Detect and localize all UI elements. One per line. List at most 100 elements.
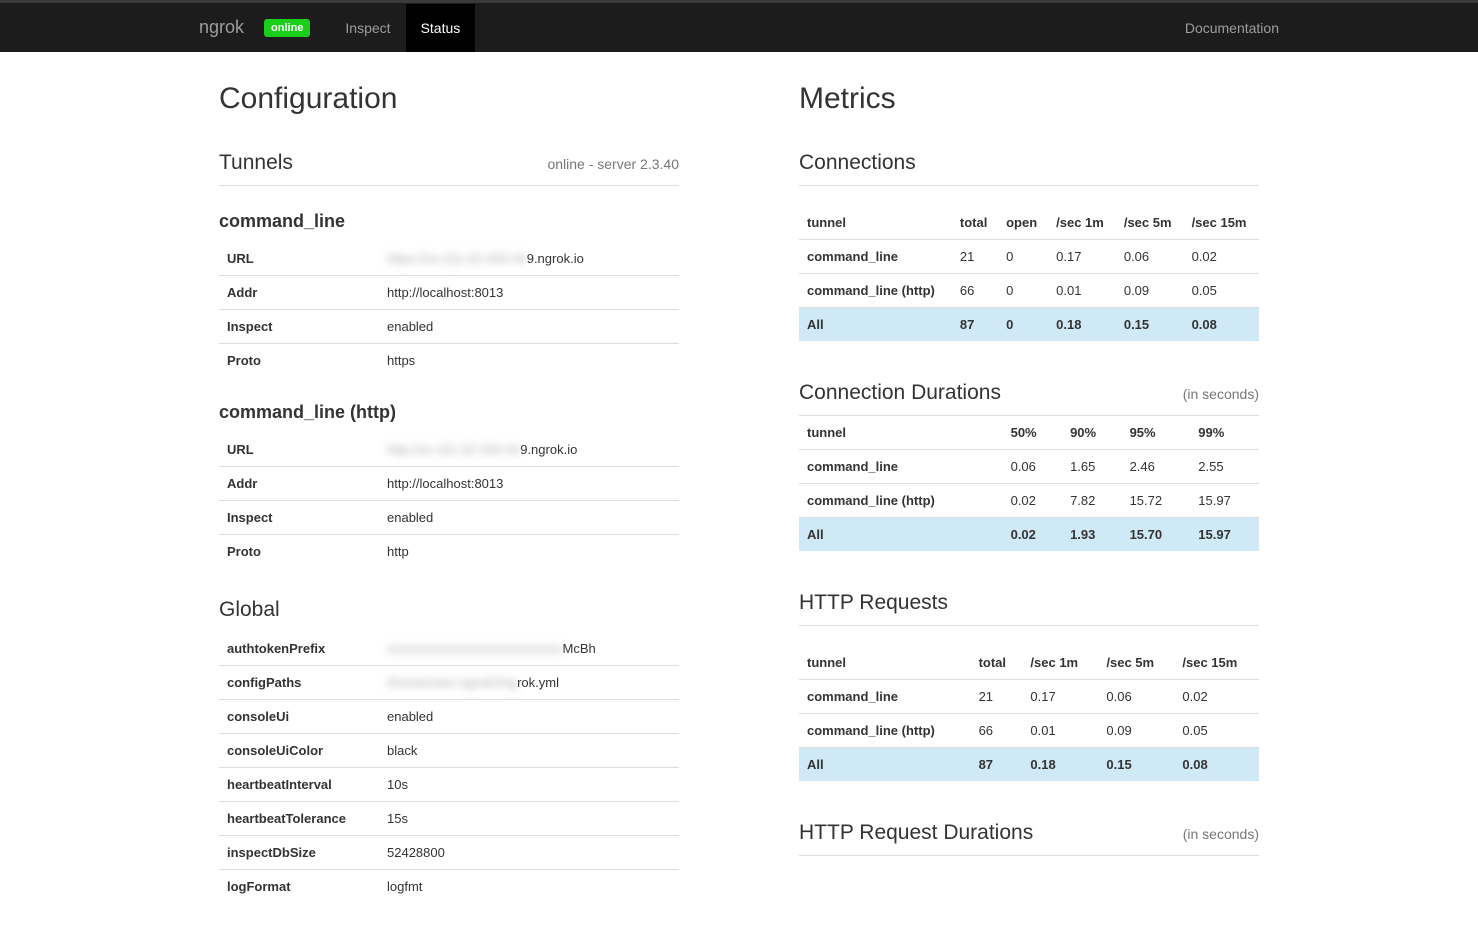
table-row: inspectDbSize52428800 bbox=[219, 836, 679, 870]
column-header: /sec 15m bbox=[1174, 646, 1259, 680]
column-header: 99% bbox=[1190, 416, 1259, 450]
kv-key: URL bbox=[219, 433, 379, 467]
kv-key: authtokenPrefix bbox=[219, 632, 379, 666]
column-header: 50% bbox=[1003, 416, 1062, 450]
table-row: Inspectenabled bbox=[219, 501, 679, 535]
kv-key: Proto bbox=[219, 344, 379, 378]
table-row: configPaths/home/user/.ngrok2/ngrok.yml bbox=[219, 666, 679, 700]
connections-table: tunneltotalopen/sec 1m/sec 5m/sec 15mcom… bbox=[799, 206, 1259, 341]
metrics-title: Metrics bbox=[799, 82, 1259, 116]
column-header: 95% bbox=[1122, 416, 1191, 450]
http-table: tunneltotal/sec 1m/sec 5m/sec 15mcommand… bbox=[799, 646, 1259, 781]
table-row: heartbeatTolerance15s bbox=[219, 802, 679, 836]
table-row: command_line0.061.652.462.55 bbox=[799, 450, 1259, 484]
kv-value: http://xx-111-22-333-449.ngrok.io bbox=[379, 433, 679, 467]
kv-value: enabled bbox=[379, 501, 679, 535]
configuration-title: Configuration bbox=[219, 82, 679, 116]
table-row: URLhttp://xx-111-22-333-449.ngrok.io bbox=[219, 433, 679, 467]
tunnel-name: All bbox=[799, 748, 971, 782]
column-header: open bbox=[998, 206, 1048, 240]
nav-status[interactable]: Status bbox=[406, 4, 476, 52]
table-row: Addrhttp://localhost:8013 bbox=[219, 467, 679, 501]
metric-value: 0.01 bbox=[1022, 714, 1098, 748]
kv-key: Addr bbox=[219, 467, 379, 501]
table-row: Inspectenabled bbox=[219, 310, 679, 344]
metric-value: 1.93 bbox=[1062, 518, 1121, 552]
metric-value: 66 bbox=[952, 274, 998, 308]
tunnel-1-table: URLhttps://xx-111-22-333-449.ngrok.ioAdd… bbox=[219, 242, 679, 377]
table-row: logFormatlogfmt bbox=[219, 870, 679, 904]
metric-value: 2.55 bbox=[1190, 450, 1259, 484]
metric-value: 0.08 bbox=[1184, 308, 1259, 342]
tunnel-2-table: URLhttp://xx-111-22-333-449.ngrok.ioAddr… bbox=[219, 433, 679, 568]
metric-value: 0.18 bbox=[1048, 308, 1116, 342]
metric-value: 87 bbox=[971, 748, 1023, 782]
metric-value: 21 bbox=[952, 240, 998, 274]
column-header: 90% bbox=[1062, 416, 1121, 450]
kv-value: http://localhost:8013 bbox=[379, 467, 679, 501]
global-title: Global bbox=[219, 598, 679, 622]
table-row: command_line (http)6600.010.090.05 bbox=[799, 274, 1259, 308]
metric-value: 15.72 bbox=[1122, 484, 1191, 518]
kv-key: consoleUiColor bbox=[219, 734, 379, 768]
metric-value: 0.05 bbox=[1184, 274, 1259, 308]
tunnel-name: command_line (http) bbox=[799, 714, 971, 748]
metric-value: 2.46 bbox=[1122, 450, 1191, 484]
kv-value: https://xx-111-22-333-449.ngrok.io bbox=[379, 242, 679, 276]
configuration-column: Configuration Tunnels online - server 2.… bbox=[219, 82, 679, 903]
tunnel-name: command_line (http) bbox=[799, 274, 952, 308]
metric-value: 15.97 bbox=[1190, 518, 1259, 552]
kv-value: xxxxxxxxxxxxxxxxxxxxxxxxxxxMcBh bbox=[379, 632, 679, 666]
metric-value: 0 bbox=[998, 240, 1048, 274]
kv-key: logFormat bbox=[219, 870, 379, 904]
metric-value: 0.06 bbox=[1116, 240, 1184, 274]
table-row: All8700.180.150.08 bbox=[799, 308, 1259, 342]
metric-value: 0.09 bbox=[1116, 274, 1184, 308]
column-header: tunnel bbox=[799, 646, 971, 680]
kv-key: Inspect bbox=[219, 310, 379, 344]
durations-title: Connection Durations bbox=[799, 381, 1001, 405]
table-row: command_line2100.170.060.02 bbox=[799, 240, 1259, 274]
tunnel-name: command_line bbox=[799, 450, 1003, 484]
metric-value: 0.17 bbox=[1048, 240, 1116, 274]
brand-link[interactable]: ngrok bbox=[199, 17, 244, 38]
table-row: Protohttp bbox=[219, 535, 679, 569]
tunnel-name: All bbox=[799, 308, 952, 342]
kv-key: heartbeatInterval bbox=[219, 768, 379, 802]
column-header: tunnel bbox=[799, 206, 952, 240]
navbar: ngrok online Inspect Status Documentatio… bbox=[0, 0, 1478, 52]
table-row: consoleUiColorblack bbox=[219, 734, 679, 768]
metric-value: 0.05 bbox=[1174, 714, 1259, 748]
column-header: total bbox=[952, 206, 998, 240]
kv-key: URL bbox=[219, 242, 379, 276]
table-row: consoleUienabled bbox=[219, 700, 679, 734]
table-row: command_line (http)0.027.8215.7215.97 bbox=[799, 484, 1259, 518]
metric-value: 0.02 bbox=[1003, 518, 1062, 552]
durations-sub: (in seconds) bbox=[1183, 386, 1259, 402]
column-header: /sec 1m bbox=[1022, 646, 1098, 680]
tunnels-title: Tunnels bbox=[219, 151, 293, 175]
metric-value: 0.02 bbox=[1003, 484, 1062, 518]
nav-inspect[interactable]: Inspect bbox=[330, 4, 405, 52]
kv-key: Inspect bbox=[219, 501, 379, 535]
kv-value: http bbox=[379, 535, 679, 569]
column-header: /sec 1m bbox=[1048, 206, 1116, 240]
kv-value: 52428800 bbox=[379, 836, 679, 870]
metric-value: 0.01 bbox=[1048, 274, 1116, 308]
metric-value: 15.70 bbox=[1122, 518, 1191, 552]
durations-table: tunnel50%90%95%99%command_line0.061.652.… bbox=[799, 416, 1259, 551]
table-row: heartbeatInterval10s bbox=[219, 768, 679, 802]
tunnel-2-name: command_line (http) bbox=[219, 402, 679, 423]
column-header: /sec 15m bbox=[1184, 206, 1259, 240]
tunnel-name: command_line bbox=[799, 240, 952, 274]
kv-key: heartbeatTolerance bbox=[219, 802, 379, 836]
metric-value: 0.06 bbox=[1003, 450, 1062, 484]
kv-value: black bbox=[379, 734, 679, 768]
metric-value: 0.17 bbox=[1022, 680, 1098, 714]
kv-value: enabled bbox=[379, 700, 679, 734]
table-row: URLhttps://xx-111-22-333-449.ngrok.io bbox=[219, 242, 679, 276]
nav-documentation[interactable]: Documentation bbox=[1185, 20, 1279, 36]
tunnel-name: All bbox=[799, 518, 1003, 552]
table-row: Protohttps bbox=[219, 344, 679, 378]
metric-value: 0.18 bbox=[1022, 748, 1098, 782]
